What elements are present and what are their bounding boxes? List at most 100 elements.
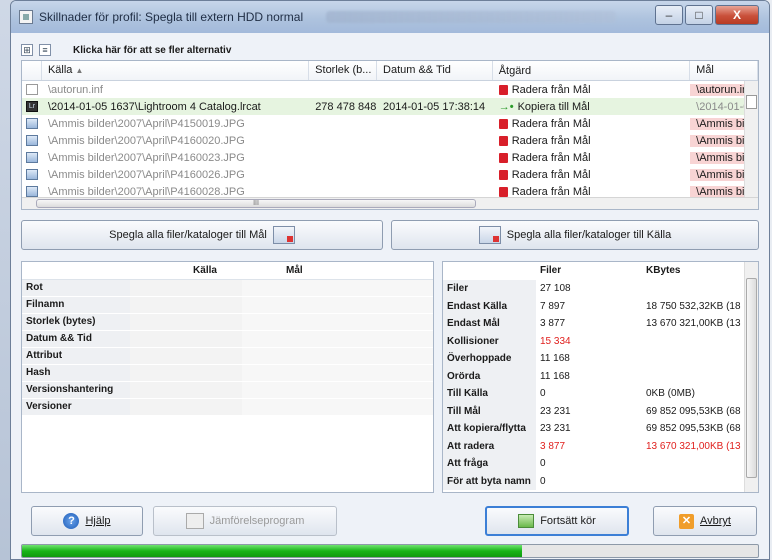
cancel-button[interactable]: ✕ Avbryt <box>653 506 757 536</box>
table-row[interactable]: Lr \2014-01-05 1637\Lightroom 4 Catalog.l… <box>22 98 758 115</box>
progress-bar <box>21 544 759 558</box>
mirror-to-source-button[interactable]: Spegla alla filer/kataloger till Källa <box>391 220 759 250</box>
table-vertical-scrollbar[interactable] <box>744 81 758 197</box>
comparison-source-value <box>130 348 242 365</box>
statistics-row-label: Att kopiera/flytta <box>443 420 536 438</box>
more-options-link[interactable]: Klicka här för att se fler alternativ <box>73 45 231 56</box>
comparison-source-value <box>130 297 242 314</box>
comparison-row: Storlek (bytes) <box>22 314 433 331</box>
statistics-row: Att fråga 0 <box>443 455 758 473</box>
image-file-icon <box>25 152 38 163</box>
statistics-panel: Filer KBytes Filer 27 108 Endast Källa 7 89… <box>442 261 759 493</box>
statistics-row: Orörda 11 168 <box>443 367 758 385</box>
row-action[interactable]: Radera från Mål <box>493 169 690 181</box>
comparison-row-label: Attribut <box>22 348 130 365</box>
statistics-files-value: 3 877 <box>540 318 566 330</box>
scroll-thumb[interactable]: III <box>36 199 476 208</box>
continue-run-button[interactable]: Fortsätt kör <box>485 506 629 536</box>
statistics-files-value: 7 897 <box>540 300 566 312</box>
statistics-files-value: 15 334 <box>540 335 571 347</box>
table-row[interactable]: \Ammis bilder\2007\April\P4160026.JPG Rad… <box>22 166 758 183</box>
column-header-date[interactable]: Datum && Tid <box>377 61 493 80</box>
statistics-header: Filer KBytes <box>443 262 758 280</box>
comparison-target-value <box>242 399 433 416</box>
image-file-icon <box>25 186 38 197</box>
comparison-header: Källa Mål <box>22 262 433 280</box>
statistics-row-label: Till Mål <box>443 402 536 420</box>
statistics-files-value: 3 877 <box>540 440 566 452</box>
statistics-files-value: 11 168 <box>540 353 570 365</box>
options-bar[interactable]: ⊞ ≡ Klicka här för att se fler alternati… <box>21 41 757 59</box>
statistics-row-label: För att byta namn <box>443 472 536 490</box>
scroll-thumb[interactable] <box>746 278 757 478</box>
column-header-files: Filer <box>540 265 562 276</box>
window-controls: – □ X <box>655 5 759 25</box>
mirror-to-target-button[interactable]: Spegla alla filer/kataloger till Mål <box>21 220 383 250</box>
help-button[interactable]: ? Hjälp <box>31 506 143 536</box>
copy-arrow-icon: →• <box>498 100 514 113</box>
expand-icon[interactable]: ⊞ <box>21 44 33 56</box>
table-row[interactable]: \Ammis bilder\2007\April\P4160023.JPG Rad… <box>22 149 758 166</box>
row-size: 278 478 848 <box>315 100 377 113</box>
maximize-button[interactable]: □ <box>685 5 713 25</box>
comparison-row-label: Hash <box>22 365 130 382</box>
statistics-files-value: 0 <box>540 388 546 400</box>
table-row[interactable]: \Ammis bilder\2007\April\P4150019.JPG Rad… <box>22 115 758 132</box>
statistics-scrollbar[interactable] <box>744 262 758 492</box>
statistics-row-label: Att fråga <box>443 455 536 473</box>
lightroom-file-icon: Lr <box>25 101 38 112</box>
statistics-row: Till Mål 23 231 69 852 095,53KB (68 : <box>443 402 758 420</box>
table-row[interactable]: \autorun.inf Radera från Mål \autorun.ir <box>22 81 758 98</box>
minimize-button[interactable]: – <box>655 5 683 25</box>
comparison-row: Datum && Tid <box>22 331 433 348</box>
delete-icon <box>498 186 508 197</box>
statistics-files-value: 0 <box>540 458 546 470</box>
table-horizontal-scrollbar[interactable]: III <box>22 197 758 209</box>
profile-differences-dialog: Skillnader för profil: Spegla till exter… <box>10 0 770 560</box>
close-button[interactable]: X <box>715 5 759 25</box>
statistics-kbytes-value: 69 852 095,53KB (68 : <box>646 423 746 435</box>
row-action-label: Radera från Mål <box>511 117 591 130</box>
title-bar[interactable]: Skillnader för profil: Spegla till exter… <box>11 1 769 33</box>
row-source: \Ammis bilder\2007\April\P4160028.JPG <box>47 185 245 198</box>
row-action[interactable]: Radera från Mål <box>493 135 690 147</box>
row-action-label: Radera från Mål <box>511 185 591 198</box>
comparison-target-value <box>242 365 433 382</box>
collapse-icon[interactable]: ≡ <box>39 44 51 56</box>
comparison-source-value <box>130 280 242 297</box>
statistics-kbytes-value: 13 670 321,00KB (13 : <box>646 318 746 330</box>
delete-icon <box>498 84 508 95</box>
column-header-source[interactable]: Källa ▲ <box>42 61 310 80</box>
statistics-row: Endast Mål 3 877 13 670 321,00KB (13 : <box>443 315 758 333</box>
comparison-details-panel: Källa Mål Rot Filnamn Storlek (bytes) Datum… <box>21 261 434 493</box>
column-header-size[interactable]: Storlek (b... <box>309 61 378 80</box>
row-source: \Ammis bilder\2007\April\P4160020.JPG <box>47 134 245 147</box>
row-source: \autorun.inf <box>47 83 103 96</box>
scroll-thumb[interactable] <box>746 95 757 109</box>
table-row[interactable]: \Ammis bilder\2007\April\P4160020.JPG Rad… <box>22 132 758 149</box>
delete-icon <box>498 118 508 129</box>
statistics-row-label: Överhoppade <box>443 350 536 368</box>
column-header-action[interactable]: Åtgärd <box>493 61 691 80</box>
statistics-row-label: Till Källa <box>443 385 536 403</box>
statistics-files-value: 23 231 <box>540 405 571 417</box>
row-action[interactable]: Radera från Mål <box>493 152 690 164</box>
comparison-row: Hash <box>22 365 433 382</box>
compare-program-button[interactable]: Jämförelseprogram <box>153 506 337 536</box>
statistics-row: Överhoppade 11 168 <box>443 350 758 368</box>
column-header-target[interactable]: Mål <box>690 61 758 80</box>
sort-ascending-icon: ▲ <box>75 66 84 75</box>
row-action-label: Radera från Mål <box>511 168 591 181</box>
row-action[interactable]: Radera från Mål <box>493 186 690 198</box>
statistics-row: Filer 27 108 <box>443 280 758 298</box>
image-file-icon <box>25 169 38 180</box>
row-action[interactable]: →• Kopiera till Mål <box>493 101 690 113</box>
delete-icon <box>498 135 508 146</box>
comparison-source-value <box>130 382 242 399</box>
comparison-row-label: Rot <box>22 280 130 297</box>
row-action[interactable]: Radera från Mål <box>493 118 690 130</box>
row-action[interactable]: Radera från Mål <box>493 84 690 96</box>
mirror-to-source-label: Spegla alla filer/kataloger till Källa <box>506 229 672 241</box>
statistics-kbytes-value: 18 750 532,32KB (18 : <box>646 300 746 312</box>
inf-file-icon <box>25 84 38 95</box>
